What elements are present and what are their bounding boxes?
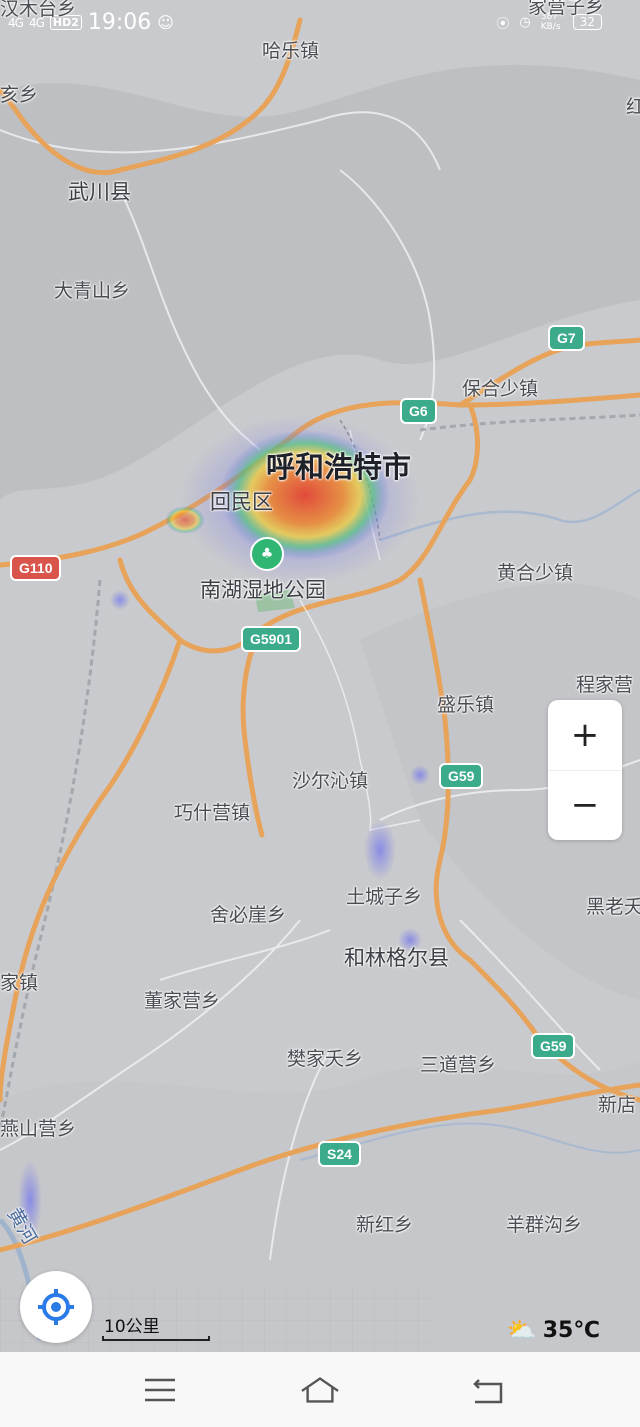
- place-label: 樊家夭乡: [287, 1048, 364, 1070]
- place-label: 武川县: [68, 180, 131, 204]
- location-icon: ⦿: [496, 16, 510, 32]
- place-label: 新红乡: [356, 1214, 414, 1236]
- place-label: 家营子乡: [528, 0, 605, 18]
- road-shield: S24: [320, 1143, 359, 1165]
- city-label: 呼和浩特市: [266, 450, 412, 484]
- menu-button[interactable]: [140, 1370, 180, 1410]
- place-label: 黑老夭: [586, 896, 640, 918]
- road-shield: G110: [12, 557, 60, 579]
- place-label: 大青山乡: [54, 280, 131, 302]
- county-label: 和林格尔县: [344, 946, 449, 970]
- place-label: 黄合少镇: [497, 562, 574, 584]
- scale-bar: [102, 1336, 210, 1341]
- locate-button[interactable]: [20, 1271, 92, 1343]
- weather-widget[interactable]: ⛅ 35℃: [507, 1316, 600, 1344]
- back-icon: [473, 1379, 503, 1404]
- place-label: 土城子乡: [346, 886, 423, 908]
- road-shield: G7: [550, 327, 583, 349]
- place-label: 程家营: [576, 674, 634, 696]
- place-label: 汉木台乡: [0, 0, 77, 20]
- app-notification-icon: ☺: [157, 13, 174, 32]
- place-label: 巧什营镇: [174, 802, 251, 824]
- place-label: 燕山营乡: [0, 1118, 77, 1140]
- road-shield: G59: [441, 765, 482, 787]
- zoom-control: + −: [548, 700, 622, 840]
- zoom-in-button[interactable]: +: [548, 700, 622, 771]
- scale-label: 10公里: [104, 1317, 160, 1337]
- zoom-out-button[interactable]: −: [548, 770, 622, 840]
- place-label: 董家营乡: [144, 990, 221, 1012]
- clock: 19:06: [87, 10, 152, 35]
- place-label: 哈乐镇: [262, 40, 320, 62]
- road-shield: G59: [533, 1035, 574, 1057]
- place-label: 家镇: [0, 972, 39, 994]
- place-label: 舍必崖乡: [210, 904, 287, 926]
- place-label: 羊群沟乡: [506, 1214, 583, 1236]
- crosshair-icon: [38, 1289, 74, 1325]
- place-label: 三道营乡: [420, 1054, 497, 1076]
- temperature: 35℃: [542, 1317, 600, 1343]
- home-icon: [301, 1377, 339, 1403]
- home-button[interactable]: [300, 1370, 340, 1410]
- back-button[interactable]: [468, 1370, 508, 1410]
- road-shield: G5901: [243, 628, 300, 650]
- road-shield: G6: [402, 400, 435, 422]
- place-label: 亥乡: [0, 84, 39, 106]
- place-label: 红: [626, 96, 640, 118]
- partly-sunny-icon: ⛅: [506, 1316, 537, 1344]
- place-label: 盛乐镇: [437, 694, 495, 716]
- place-label: 保合少镇: [462, 378, 539, 400]
- menu-icon: [145, 1378, 175, 1402]
- poi-label: 南湖湿地公园: [200, 578, 326, 602]
- place-label: 沙尔沁镇: [292, 770, 369, 792]
- system-nav-bar: [0, 1352, 640, 1427]
- place-label: 新店: [598, 1094, 637, 1116]
- park-marker-icon[interactable]: ♣: [250, 537, 284, 571]
- district-label: 回民区: [210, 490, 273, 514]
